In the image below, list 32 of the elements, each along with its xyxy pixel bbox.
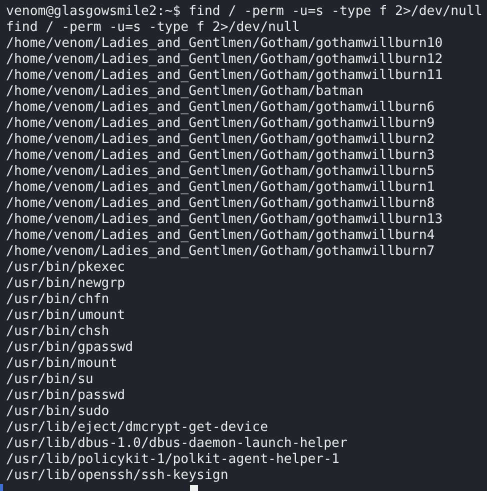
terminal-line: /home/venom/Ladies_and_Gentlmen/Gotham/gothamwillburn1: [6, 180, 435, 196]
terminal-line: /usr/lib/policykit-1/polkit-agent-helper-1: [6, 452, 340, 468]
terminal-line: /usr/bin/su: [6, 372, 94, 388]
terminal-line: /home/venom/Ladies_and_Gentlmen/Gotham/gothamwillburn12: [6, 52, 443, 68]
terminal-line: /usr/bin/sudo: [6, 404, 110, 420]
cursor: [190, 485, 198, 491]
scroll-marker: [0, 484, 3, 491]
terminal-line: /usr/bin/gpasswd: [6, 340, 134, 356]
terminal-line: /home/venom/Ladies_and_Gentlmen/Gotham/gothamwillburn7: [6, 244, 435, 260]
terminal-line: /home/venom/Ladies_and_Gentlmen/Gotham/gothamwillburn13: [6, 212, 443, 228]
terminal-line: /usr/lib/openssh/ssh-keysign: [6, 468, 228, 484]
terminal-line: /home/venom/Ladies_and_Gentlmen/Gotham/batman: [6, 84, 364, 100]
terminal-line: /home/venom/Ladies_and_Gentlmen/Gotham/gothamwillburn10: [6, 36, 443, 52]
terminal-line: /home/venom/Ladies_and_Gentlmen/Gotham/gothamwillburn11: [6, 68, 443, 84]
terminal-line: /usr/bin/umount: [6, 308, 126, 324]
terminal-line: /usr/bin/newgrp: [6, 276, 126, 292]
terminal-line: /usr/bin/pkexec: [6, 260, 126, 276]
terminal-line: venom@glasgowsmile2:~$ find / -perm -u=s -type f 2>/dev/null: [6, 4, 482, 20]
terminal-line: find / -perm -u=s -type f 2>/dev/null: [6, 20, 300, 36]
terminal-line: /usr/bin/mount: [6, 356, 118, 372]
terminal-line: /home/venom/Ladies_and_Gentlmen/Gotham/gothamwillburn4: [6, 228, 435, 244]
terminal-line: /home/venom/Ladies_and_Gentlmen/Gotham/gothamwillburn3: [6, 148, 435, 164]
terminal-line: /usr/bin/chfn: [6, 292, 110, 308]
terminal-line: /home/venom/Ladies_and_Gentlmen/Gotham/gothamwillburn6: [6, 100, 435, 116]
terminal-line: /home/venom/Ladies_and_Gentlmen/Gotham/gothamwillburn5: [6, 164, 435, 180]
terminal-line: /home/venom/Ladies_and_Gentlmen/Gotham/gothamwillburn8: [6, 196, 435, 212]
terminal-line: /usr/lib/dbus-1.0/dbus-daemon-launch-helper: [6, 436, 348, 452]
terminal-line: /usr/bin/chsh: [6, 324, 110, 340]
terminal-line: /home/venom/Ladies_and_Gentlmen/Gotham/gothamwillburn2: [6, 132, 435, 148]
terminal-line: /home/venom/Ladies_and_Gentlmen/Gotham/gothamwillburn9: [6, 116, 435, 132]
terminal-line: /usr/lib/eject/dmcrypt-get-device: [6, 420, 268, 436]
terminal-line: /usr/bin/passwd: [6, 388, 126, 404]
